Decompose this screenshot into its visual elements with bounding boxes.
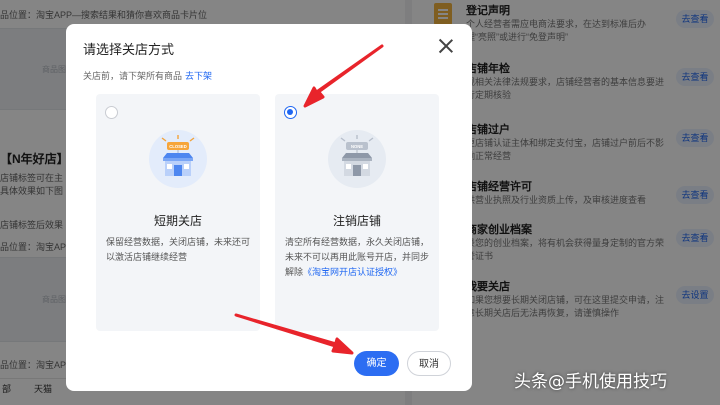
deregistered-store-icon: NONE (328, 130, 386, 188)
radio-temporary-close[interactable] (105, 106, 118, 119)
closed-badge-text: CLOSED (169, 144, 186, 149)
cancel-button[interactable]: 取消 (407, 351, 451, 376)
dialog-notice: 关店前，请下架所有商品 去下架 (83, 69, 212, 82)
radio-deregister-store[interactable] (284, 106, 297, 119)
notice-text: 关店前，请下架所有商品 (83, 71, 183, 81)
auth-agreement-link[interactable]: 《淘宝网开店认证授权》 (303, 267, 402, 277)
delist-link[interactable]: 去下架 (185, 71, 212, 81)
option-deregister-store[interactable]: NONE 注销店铺 清空所有经营数据，永久关闭店铺，未来不可以再用此账号开店，并… (275, 94, 439, 331)
option-title: 注销店铺 (332, 214, 381, 228)
dialog-title: 请选择关店方式 (83, 42, 175, 57)
option-title: 短期关店 (153, 214, 202, 228)
close-icon[interactable] (437, 37, 455, 55)
option-temporary-close[interactable]: CLOSED 短期关店 保留经营数据，关闭店铺，未来还可以激活店铺继续经营 (96, 94, 260, 331)
none-badge-text: NONE (351, 144, 363, 149)
close-store-dialog: 请选择关店方式 关店前，请下架所有商品 去下架 CLOSED 短期关店 保留经营数… (66, 24, 472, 391)
closed-store-icon: CLOSED (149, 130, 207, 188)
option-description: 保留经营数据，关闭店铺，未来还可以激活店铺继续经营 (106, 237, 251, 262)
confirm-button[interactable]: 确定 (354, 351, 399, 376)
watermark: 头条@手机使用技巧 (514, 372, 667, 392)
option-description: 清空所有经营数据，永久关闭店铺，未来不可以再用此账号开店，并同步解除《淘宝网开店… (285, 235, 431, 280)
